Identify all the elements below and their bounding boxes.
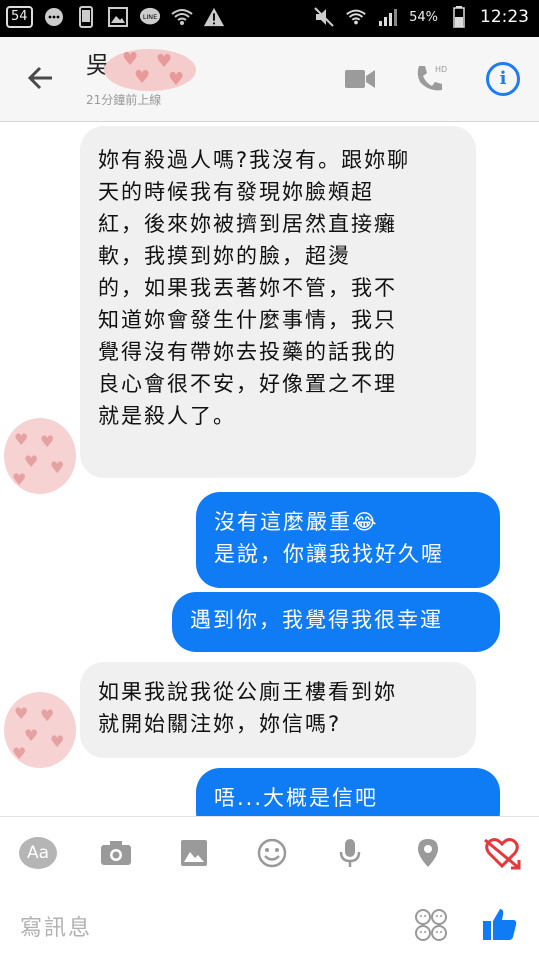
notification-count-icon: 54 — [6, 6, 33, 28]
info-icon[interactable]: i — [486, 59, 520, 99]
incoming-message: 妳有殺過人嗎?我沒有。跟妳聊 天的時候我有發現妳臉頰超 紅，後來妳被擠到居然直接… — [80, 126, 476, 478]
conversation-header: 吳 ♥ ♥ ♥ ♥ 21分鐘前上線 HD i — [0, 37, 539, 122]
location-icon[interactable] — [408, 835, 448, 871]
cell-signal-icon — [377, 6, 399, 28]
mute-icon — [313, 6, 335, 28]
outgoing-message: 沒有這麼嚴重😂 是說，你讓我找好久喔 — [196, 492, 500, 588]
battery-text: 54% — [409, 9, 438, 25]
contact-avatar[interactable]: ♥ ♥ ♥ ♥ ♥ — [4, 692, 76, 768]
warning-icon — [203, 6, 225, 28]
back-arrow-icon[interactable] — [26, 63, 56, 93]
heart-arrow-icon[interactable] — [482, 835, 522, 871]
line-app-icon: LINE — [139, 6, 161, 28]
contact-info[interactable]: 吳 ♥ ♥ ♥ ♥ 21分鐘前上線 — [86, 45, 196, 107]
image-icon — [107, 6, 129, 28]
contact-avatar[interactable]: ♥ ♥ ♥ ♥ ♥ — [4, 418, 76, 494]
microphone-icon[interactable] — [330, 835, 370, 871]
aa-text-icon[interactable]: Aa — [18, 835, 58, 871]
video-call-icon[interactable] — [342, 59, 378, 99]
thumbs-up-icon[interactable] — [482, 906, 522, 944]
phone-device-icon — [75, 6, 97, 28]
camera-icon[interactable] — [96, 835, 136, 871]
incoming-message: 如果我說我從公廁王樓看到妳 就開始關注妳，妳信嗎? — [80, 662, 476, 758]
sticker-icon[interactable] — [414, 908, 450, 942]
battery-icon — [448, 6, 470, 28]
compose-row: 寫訊息 — [0, 888, 539, 960]
hd-phone-icon[interactable]: HD — [412, 59, 448, 99]
outgoing-message: 唔...大概是信吧 — [196, 768, 500, 816]
svg-text:LINE: LINE — [142, 13, 156, 21]
line-chat-icon — [43, 6, 65, 28]
svg-text:HD: HD — [435, 65, 447, 74]
message-input[interactable]: 寫訊息 — [20, 910, 92, 942]
name-redaction-blob: ♥ ♥ ♥ ♥ — [104, 49, 196, 91]
status-right-icons: 54% 12:23 — [313, 6, 529, 28]
aa-button[interactable]: Aa — [19, 837, 57, 869]
emoji-icon[interactable] — [252, 835, 292, 871]
outgoing-message: 遇到你，我覺得我很幸運 — [172, 592, 500, 652]
clock-time: 12:23 — [480, 7, 529, 27]
wifi-icon — [170, 6, 193, 28]
composer-toolbar: Aa — [0, 816, 539, 889]
message-thread[interactable]: 妳有殺過人嗎?我沒有。跟妳聊 天的時候我有發現妳臉頰超 紅，後來妳被擠到居然直接… — [0, 122, 539, 816]
gallery-icon[interactable] — [174, 835, 214, 871]
status-left-icons: 54 LINE — [6, 6, 225, 28]
wifi-signal-icon — [345, 6, 367, 28]
status-bar: 54 LINE 54% 12:23 — [0, 0, 539, 37]
last-active-status: 21分鐘前上線 — [86, 93, 162, 107]
